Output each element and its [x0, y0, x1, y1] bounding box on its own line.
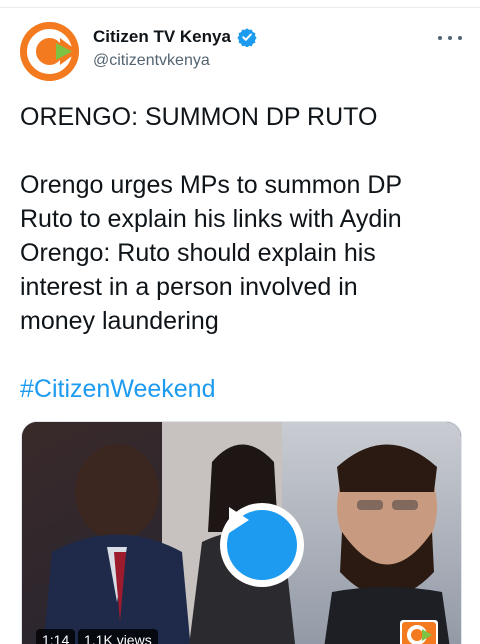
play-icon: [227, 507, 297, 580]
dot: [448, 36, 452, 40]
play-button[interactable]: [220, 503, 304, 587]
dot: [458, 36, 462, 40]
video-duration: 1:14: [36, 629, 76, 644]
verified-badge-icon: [237, 28, 257, 47]
tweet-text: ORENGO: SUMMON DP RUTO Orengo urges MPs …: [20, 100, 470, 406]
tweet-body-line: interest in a person involved in: [20, 273, 358, 301]
citizen-tv-logo-icon: [20, 22, 79, 81]
divider: [0, 7, 480, 8]
more-options-icon[interactable]: [438, 28, 462, 48]
channel-logo-icon: [400, 620, 438, 644]
tweet-body-line: Orengo urges MPs to summon DP: [20, 171, 403, 199]
video-views: 1.1K views: [78, 629, 158, 644]
hashtag-link[interactable]: #CitizenWeekend: [20, 372, 470, 406]
display-name[interactable]: Citizen TV Kenya: [93, 27, 231, 47]
handle[interactable]: @citizentvkenya: [93, 52, 210, 70]
tweet-headline: ORENGO: SUMMON DP RUTO: [20, 103, 378, 131]
tweet-body-line: money laundering: [20, 307, 219, 335]
play-triangle: [229, 507, 249, 533]
tweet-view: Citizen TV Kenya @citizentvkenya ORENGO:…: [0, 0, 480, 644]
citizen-logo-small: [402, 622, 436, 644]
tweet-body-line: Ruto to explain his links with Aydin: [20, 205, 402, 233]
video-player[interactable]: 1:14 1.1K views: [21, 421, 462, 644]
name-row: Citizen TV Kenya: [93, 27, 257, 47]
avatar[interactable]: [20, 22, 79, 81]
dot: [438, 36, 442, 40]
tweet-body-line: Orengo: Ruto should explain his: [20, 239, 376, 267]
